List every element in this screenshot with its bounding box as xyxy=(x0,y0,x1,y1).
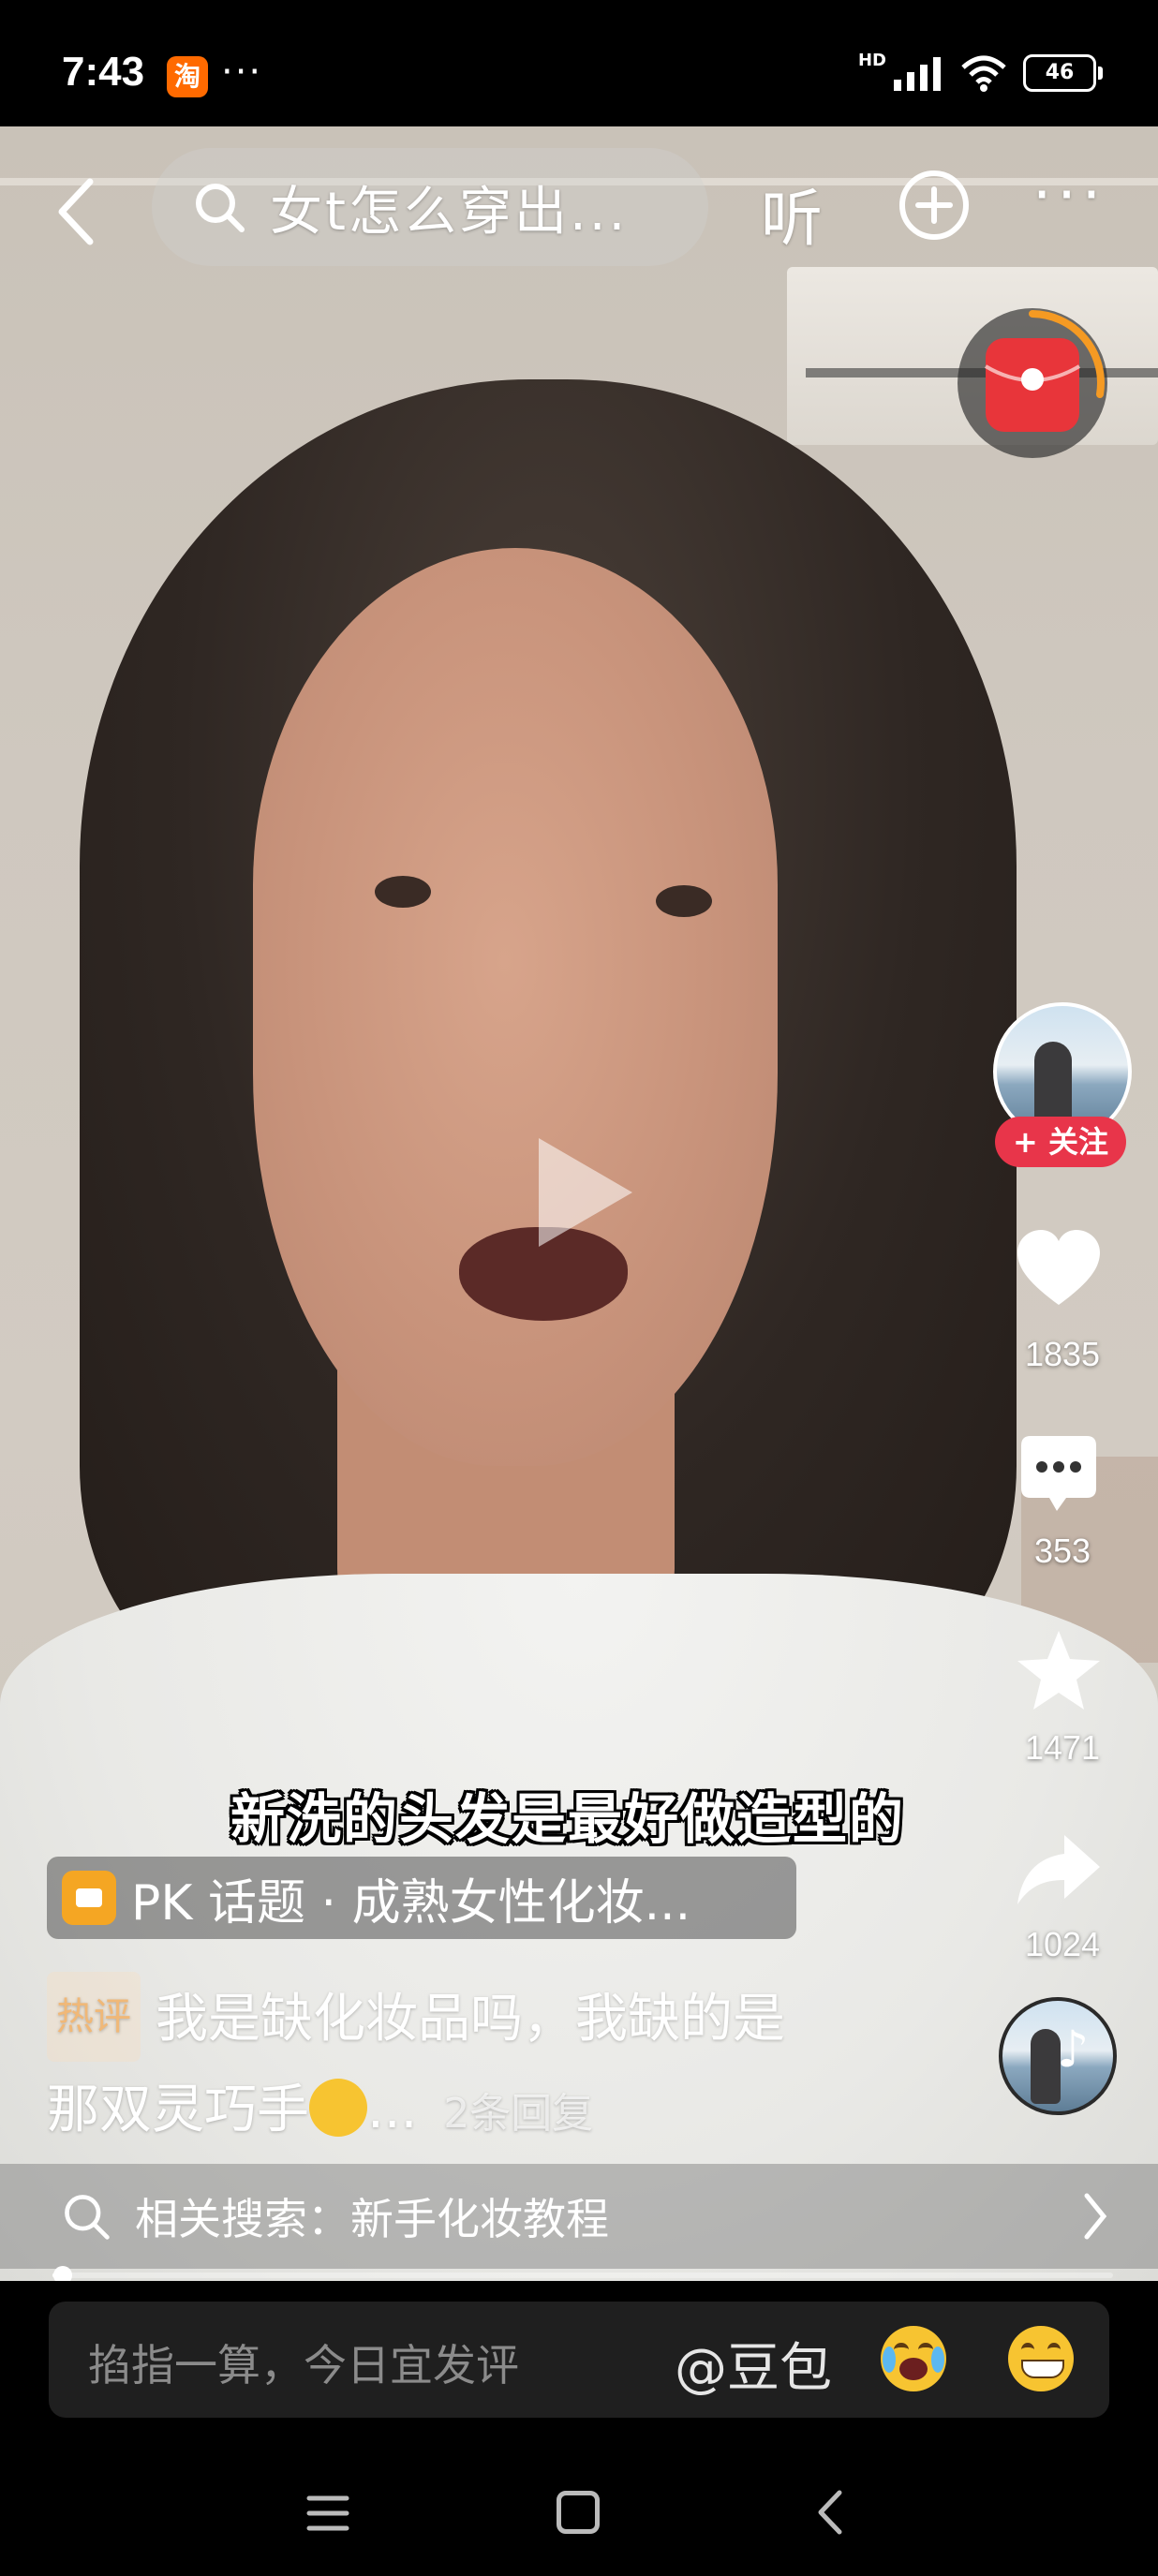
person-face xyxy=(253,548,778,1466)
related-search-label: 相关搜索：新手化妆教程 xyxy=(135,2194,609,2244)
more-notifications-indicator: ··· xyxy=(221,51,263,94)
comment-count: 353 xyxy=(1033,1532,1091,1570)
grin-emoji-button[interactable] xyxy=(1008,2326,1074,2391)
follow-button[interactable]: + 关注 xyxy=(995,1117,1126,1167)
pk-topic-label: PK 话题 · 成熟女性化妆... xyxy=(131,1874,691,1932)
reply-count[interactable]: 2条回复 xyxy=(443,2090,593,2138)
hot-comment[interactable]: 热评 我是缺化妆品吗，我缺的是 那双灵巧手... 2条回复 xyxy=(47,1971,946,2157)
search-icon xyxy=(65,2195,110,2240)
like-count: 1835 xyxy=(1024,1335,1101,1373)
listen-button[interactable]: 听 xyxy=(761,169,823,259)
play-icon[interactable] xyxy=(539,1138,632,1247)
top-bar: 女t怎么穿出... 听 ··· xyxy=(0,141,1158,272)
laugh-cry-emoji-button[interactable] xyxy=(881,2326,946,2391)
comment-bubble-icon[interactable] xyxy=(1012,1429,1106,1522)
search-icon xyxy=(196,184,245,232)
heart-icon[interactable] xyxy=(1012,1222,1106,1316)
taobao-app-icon: 淘 xyxy=(167,56,208,97)
video-progress-bar[interactable] xyxy=(52,2266,1113,2285)
battery-indicator: 46 xyxy=(1023,54,1103,92)
plus-circle-icon[interactable] xyxy=(898,169,971,242)
person-right-eye xyxy=(656,885,712,917)
hot-comment-ellipsis: ... xyxy=(367,2079,418,2140)
pk-topic-chip[interactable]: PK 话题 · 成熟女性化妆... xyxy=(47,1857,796,1939)
comment-input[interactable]: 掐指一算，今日宜发评 @豆包 xyxy=(49,2302,1109,2418)
chevron-right-icon xyxy=(1084,2193,1107,2240)
status-indicators: HD 46 xyxy=(857,50,1103,92)
status-time: 7:43 xyxy=(62,49,145,95)
hot-comment-tag: 热评 xyxy=(47,1971,141,2062)
red-packet-icon[interactable] xyxy=(954,304,1111,462)
music-disc[interactable]: ♪ xyxy=(999,1997,1117,2115)
menu-icon[interactable] xyxy=(305,2493,350,2534)
laugh-cry-emoji-icon xyxy=(309,2078,367,2137)
share-count: 1024 xyxy=(1024,1925,1101,1963)
comment-placeholder: 掐指一算，今日宜发评 xyxy=(88,2340,519,2391)
music-note-icon: ♪ xyxy=(1057,2020,1090,2079)
mention-doubao-button[interactable]: @豆包 xyxy=(675,2326,832,2402)
person-left-eye xyxy=(375,876,431,908)
pk-topic-icon xyxy=(62,1871,116,1925)
status-bar: 7:43 淘 ··· HD 46 xyxy=(0,0,1158,126)
chevron-left-icon[interactable] xyxy=(49,174,109,249)
signal-icon xyxy=(894,57,941,91)
back-icon[interactable] xyxy=(813,2487,845,2538)
favorite-count: 1471 xyxy=(1024,1728,1101,1767)
hot-comment-text-line1: 我是缺化妆品吗，我缺的是 xyxy=(156,1989,785,2050)
home-icon[interactable] xyxy=(557,2491,600,2534)
bottom-area: 掐指一算，今日宜发评 @豆包 xyxy=(0,2281,1158,2576)
search-bar[interactable]: 女t怎么穿出... xyxy=(152,148,708,266)
wifi-icon xyxy=(961,55,1006,92)
system-nav-bar xyxy=(0,2459,1158,2576)
star-icon[interactable] xyxy=(1012,1625,1106,1719)
more-dots-icon[interactable]: ··· xyxy=(1032,161,1106,230)
search-query: 女t怎么穿出... xyxy=(270,181,629,243)
hd-badge: HD xyxy=(857,50,886,70)
related-search-bar[interactable]: 相关搜索：新手化妆教程 xyxy=(0,2164,1158,2269)
hot-comment-text-line2: 那双灵巧手 xyxy=(47,2079,309,2140)
video-subtitle: 新洗的头发是最好做造型的 xyxy=(230,1787,905,1851)
